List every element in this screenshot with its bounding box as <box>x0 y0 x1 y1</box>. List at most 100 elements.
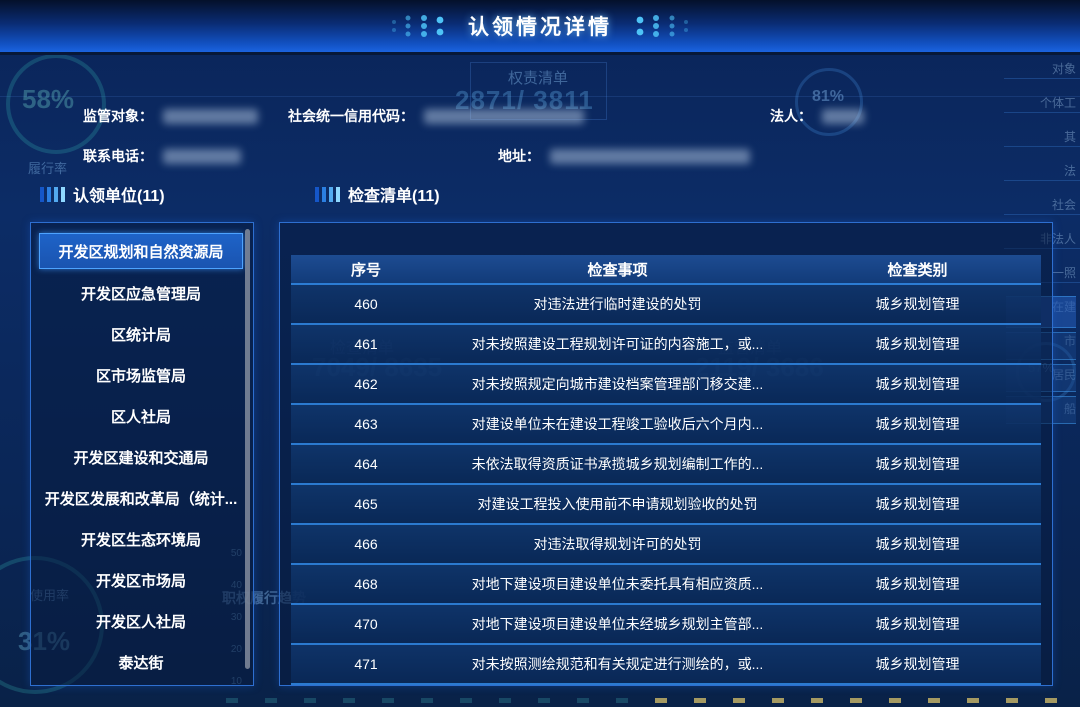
row-inspection-item: 对地下建设项目建设单位未委托具有相应资质... <box>441 574 794 594</box>
claim-unit-item[interactable]: 区统计局 <box>39 317 243 351</box>
checklist-column-header: 检查事项 <box>441 259 794 280</box>
field-label: 社会统一信用代码： <box>288 106 414 126</box>
claim-unit-item[interactable]: 开发区规划和自然资源局 <box>39 233 243 269</box>
checklist-row[interactable]: 466对违法取得规划许可的处罚城乡规划管理 <box>291 525 1041 565</box>
checklist-row[interactable]: 464未依法取得资质证书承揽城乡规划编制工作的...城乡规划管理 <box>291 445 1041 485</box>
row-seq-number: 470 <box>291 616 441 632</box>
background-dash <box>499 698 511 703</box>
checklist-row[interactable]: 465对建设工程投入使用前不申请规划验收的处罚城乡规划管理 <box>291 485 1041 525</box>
claim-unit-item[interactable]: 泰达街 <box>39 645 243 679</box>
row-seq-number: 460 <box>291 296 441 312</box>
claim-unit-item[interactable]: 开发区应急管理局 <box>39 276 243 310</box>
background-dash <box>382 698 394 703</box>
row-inspection-item: 对违法取得规划许可的处罚 <box>441 534 794 554</box>
row-inspection-item: 对未按照规定向城市建设档案管理部门移交建... <box>441 374 794 394</box>
title-dots-left-icon <box>388 13 446 39</box>
claim-units-section-header: 认领单位(11) <box>40 182 165 206</box>
background-dash <box>928 698 940 703</box>
claim-unit-list: 开发区规划和自然资源局开发区应急管理局区统计局区市场监管局区人社局开发区建设和交… <box>31 233 253 686</box>
info-field-supervised-object: 监管对象： <box>83 107 258 125</box>
background-dash <box>733 698 745 703</box>
background-right-panel-label: 社会 <box>1004 196 1076 213</box>
row-inspection-category: 城乡规划管理 <box>794 654 1041 674</box>
claim-unit-item[interactable]: 区人社局 <box>39 399 243 433</box>
row-seq-number: 463 <box>291 416 441 432</box>
row-inspection-category: 城乡规划管理 <box>794 334 1041 354</box>
background-dash <box>265 698 277 703</box>
section-title: 检查清单(11) <box>348 182 440 206</box>
background-dash <box>616 698 628 703</box>
background-dash <box>226 698 238 703</box>
checklist-row[interactable]: 463对建设单位未在建设工程竣工验收后六个月内...城乡规划管理 <box>291 405 1041 445</box>
row-inspection-item: 未依法取得资质证书承揽城乡规划编制工作的... <box>441 454 794 474</box>
claim-unit-item[interactable]: 开发区生态环境局 <box>39 522 243 556</box>
background-dash <box>421 698 433 703</box>
row-inspection-category: 城乡规划管理 <box>794 574 1041 594</box>
background-dash <box>304 698 316 703</box>
section-title: 认领单位(11) <box>73 182 165 206</box>
background-right-panel-label: 法 <box>1004 162 1076 179</box>
background-dash <box>850 698 862 703</box>
background-dash <box>577 698 589 703</box>
background-right-panel-divider <box>1004 180 1080 181</box>
background-dash <box>1006 698 1018 703</box>
background-dash <box>655 698 667 703</box>
claim-unit-item[interactable]: 开发区市场局 <box>39 563 243 597</box>
claim-unit-item[interactable]: 开发区人社局 <box>39 604 243 638</box>
checklist-header-row: 序号检查事项检查类别 <box>291 255 1041 285</box>
background-dash <box>538 698 550 703</box>
background-dash <box>811 698 823 703</box>
checklist-column-header: 序号 <box>291 259 441 280</box>
background-gauge-label: 履行率 <box>28 158 67 177</box>
bars-icon <box>40 187 65 202</box>
background-dash <box>460 698 472 703</box>
row-inspection-item: 对未按照建设工程规划许可证的内容施工，或... <box>441 334 794 354</box>
background-dash <box>967 698 979 703</box>
claim-units-panel: 开发区规划和自然资源局开发区应急管理局区统计局区市场监管局区人社局开发区建设和交… <box>30 222 254 686</box>
background-right-panel-divider <box>1004 78 1080 79</box>
row-inspection-category: 城乡规划管理 <box>794 614 1041 634</box>
row-inspection-item: 对建设单位未在建设工程竣工验收后六个月内... <box>441 414 794 434</box>
row-seq-number: 471 <box>291 656 441 672</box>
background-right-panel-label: 个体工 <box>1004 94 1076 111</box>
row-inspection-category: 城乡规划管理 <box>794 414 1041 434</box>
field-label: 监管对象： <box>83 106 153 126</box>
field-label: 法人： <box>770 106 812 126</box>
redacted-value <box>163 149 241 164</box>
row-inspection-item: 对未按照测绘规范和有关规定进行测绘的，或... <box>441 654 794 674</box>
redacted-value <box>822 109 864 124</box>
background-gauge-value: 58% <box>22 84 74 115</box>
background-right-panel-label: 对象 <box>1004 60 1076 77</box>
background-dash <box>694 698 706 703</box>
row-inspection-item: 对地下建设项目建设单位未经城乡规划主管部... <box>441 614 794 634</box>
checklist-row[interactable]: 460对违法进行临时建设的处罚城乡规划管理 <box>291 285 1041 325</box>
checklist-column-header: 检查类别 <box>794 259 1041 280</box>
background-dash <box>1045 698 1057 703</box>
list-scrollbar[interactable] <box>245 229 250 669</box>
row-inspection-category: 城乡规划管理 <box>794 454 1041 474</box>
row-inspection-item: 对建设工程投入使用前不申请规划验收的处罚 <box>441 494 794 514</box>
checklist-row[interactable]: 470对地下建设项目建设单位未经城乡规划主管部...城乡规划管理 <box>291 605 1041 645</box>
checklist-row[interactable]: 471对未按照测绘规范和有关规定进行测绘的，或...城乡规划管理 <box>291 645 1041 685</box>
claim-unit-item[interactable]: 开发区建设和交通局 <box>39 440 243 474</box>
row-seq-number: 461 <box>291 336 441 352</box>
checklist-row[interactable]: 468对地下建设项目建设单位未委托具有相应资质...城乡规划管理 <box>291 565 1041 605</box>
row-inspection-category: 城乡规划管理 <box>794 494 1041 514</box>
checklist-body: 460对违法进行临时建设的处罚城乡规划管理461对未按照建设工程规划许可证的内容… <box>291 285 1041 685</box>
checklist-row[interactable]: 462对未按照规定向城市建设档案管理部门移交建...城乡规划管理 <box>291 365 1041 405</box>
background-right-panel-divider <box>1004 112 1080 113</box>
title-bar: 认领情况详情 <box>0 0 1080 55</box>
info-field-credit-code: 社会统一信用代码： <box>288 107 584 125</box>
row-inspection-item: 对违法进行临时建设的处罚 <box>441 294 794 314</box>
claim-unit-item[interactable]: 开发区发展和改革局（统计... <box>39 481 243 515</box>
claim-details-modal: 58% 履行率 权责清单 2871/ 3811 81% 检查清单 7049/ 8… <box>0 0 1080 707</box>
claim-unit-item[interactable]: 区市场监管局 <box>39 358 243 392</box>
info-field-address: 地址： <box>498 147 750 165</box>
info-field-phone: 联系电话： <box>83 147 241 165</box>
background-right-panel-divider <box>1004 146 1080 147</box>
background-right-panel-label: 其 <box>1004 128 1076 145</box>
checklist-row[interactable]: 461对未按照建设工程规划许可证的内容施工，或...城乡规划管理 <box>291 325 1041 365</box>
row-seq-number: 468 <box>291 576 441 592</box>
redacted-value <box>550 149 750 164</box>
row-inspection-category: 城乡规划管理 <box>794 534 1041 554</box>
